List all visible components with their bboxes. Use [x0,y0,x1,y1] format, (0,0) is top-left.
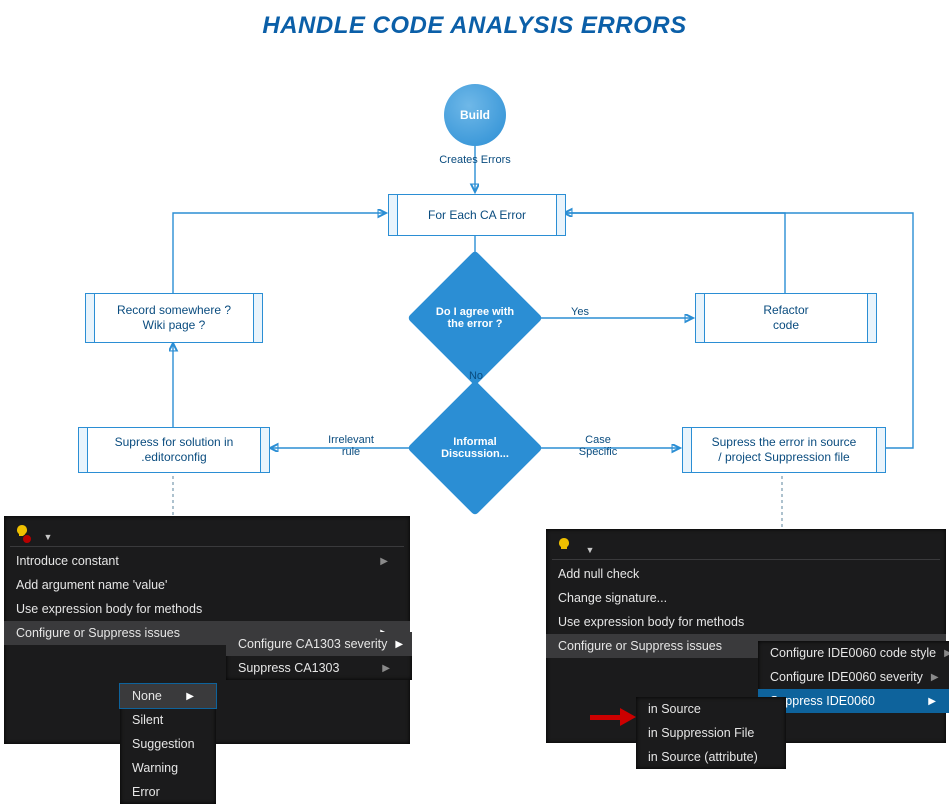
submenu-suppress[interactable]: Suppress IDE0060 ▶ [758,689,949,713]
menu-item-label: None [132,689,162,703]
chevron-right-icon: ▶ [382,663,390,674]
lightbulb-error-icon[interactable] [12,522,32,542]
menu-item-label: in Source (attribute) [648,750,758,764]
vs-left-panel: ▼ Introduce constant ▶ Add argument name… [4,516,410,744]
submenu-suppress[interactable]: Suppress CA1303 ▶ [226,656,412,680]
menu-item-label: Suppress CA1303 [238,661,339,675]
menu-item-label: Silent [132,713,163,727]
menu-change-signature[interactable]: Change signature... [546,586,946,610]
vs-left-submenu2: None ▶ Silent Suggestion Warning Error [120,684,216,804]
menu-item-label: Use expression body for methods [16,602,202,616]
severity-suggestion[interactable]: Suggestion [120,732,216,756]
menu-item-label: Use expression body for methods [558,615,744,629]
menu-item-label: Configure IDE0060 code style [770,646,936,660]
menu-item-label: Configure or Suppress issues [16,626,180,640]
menu-introduce-constant[interactable]: Introduce constant ▶ [4,549,410,573]
suppress-in-file[interactable]: in Suppression File [636,721,786,745]
node-record-label: Record somewhere ? Wiki page ? [117,303,231,333]
menu-add-null-check[interactable]: Add null check [546,562,946,586]
suppress-in-source-attr[interactable]: in Source (attribute) [636,745,786,769]
menu-item-label: Configure IDE0060 severity [770,670,923,684]
node-build: Build [444,84,506,146]
node-for-each-label: For Each CA Error [428,208,526,223]
vs-right-submenu1: Configure IDE0060 code style ▶ Configure… [758,641,949,713]
menu-add-argument[interactable]: Add argument name 'value' [4,573,410,597]
node-suppress-solution-label: Supress for solution in .editorconfig [115,435,234,465]
severity-error[interactable]: Error [120,780,216,804]
chevron-right-icon: ▶ [395,639,403,650]
severity-none[interactable]: None ▶ [120,684,216,708]
node-agree-decision: Do I agree with the error ? [427,270,523,366]
node-build-label: Build [460,108,490,122]
submenu-configure-severity[interactable]: Configure CA1303 severity ▶ [226,632,412,656]
chevron-down-icon[interactable]: ▼ [585,545,594,555]
menu-item-label: in Suppression File [648,726,754,740]
node-record: Record somewhere ? Wiki page ? [85,293,263,343]
edge-case-specific: Case Specific [563,434,633,458]
chevron-right-icon: ▶ [186,691,194,702]
lightbulb-icon[interactable] [554,535,574,555]
node-suppress-solution: Supress for solution in .editorconfig [78,427,270,473]
node-refactor-label: Refactor code [763,303,808,333]
menu-item-label: Warning [132,761,178,775]
chevron-right-icon: ▶ [944,648,949,659]
menu-item-label: Add null check [558,567,639,581]
vs-left-submenu1: Configure CA1303 severity ▶ Suppress CA1… [226,632,412,680]
menu-item-label: Add argument name 'value' [16,578,167,592]
node-for-each: For Each CA Error [388,194,566,236]
menu-item-label: Error [132,785,160,799]
menu-item-label: in Source [648,702,701,716]
submenu-configure-severity[interactable]: Configure IDE0060 severity ▶ [758,665,949,689]
menu-item-label: Change signature... [558,591,667,605]
edge-no: No [464,370,488,382]
chevron-down-icon[interactable]: ▼ [43,532,52,542]
severity-warning[interactable]: Warning [120,756,216,780]
chevron-right-icon: ▶ [380,556,388,567]
node-suppress-source: Supress the error in source / project Su… [682,427,886,473]
menu-expression-body[interactable]: Use expression body for methods [546,610,946,634]
menu-item-label: Suggestion [132,737,195,751]
node-refactor: Refactor code [695,293,877,343]
chevron-right-icon: ▶ [928,696,936,707]
chevron-right-icon: ▶ [931,672,939,683]
edge-irrelevant: Irrelevant rule [316,434,386,458]
vs-right-submenu2: in Source in Suppression File in Source … [636,697,786,769]
edge-creates-errors: Creates Errors [435,154,515,166]
node-agree-label: Do I agree with the error ? [427,306,523,330]
severity-silent[interactable]: Silent [120,708,216,732]
menu-item-label: Configure or Suppress issues [558,639,722,653]
red-arrow-annotation [590,711,636,723]
menu-item-label: Configure CA1303 severity [238,637,387,651]
submenu-configure-style[interactable]: Configure IDE0060 code style ▶ [758,641,949,665]
node-suppress-source-label: Supress the error in source / project Su… [712,435,857,465]
menu-item-label: Introduce constant [16,554,119,568]
edge-yes: Yes [563,306,597,318]
node-discussion-decision: Informal Discussion... [427,400,523,496]
suppress-in-source[interactable]: in Source [636,697,786,721]
menu-expression-body[interactable]: Use expression body for methods [4,597,410,621]
node-discussion-label: Informal Discussion... [427,436,523,460]
